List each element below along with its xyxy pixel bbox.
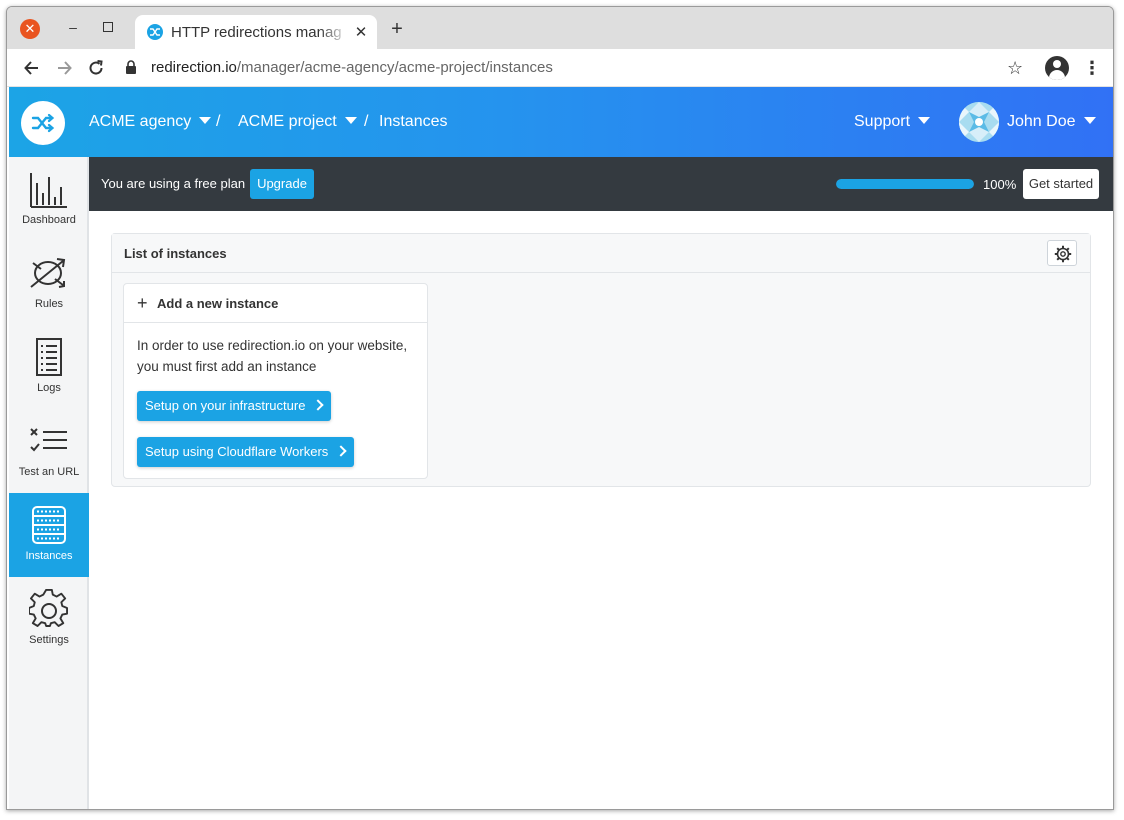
add-instance-header[interactable]: + Add a new instance (124, 284, 427, 323)
progress-fill (836, 179, 974, 189)
support-dropdown[interactable]: Support (854, 111, 931, 133)
get-started-button[interactable]: Get started (1023, 169, 1099, 199)
add-instance-title: Add a new instance (157, 296, 279, 311)
url-path: /manager/acme-agency/acme-project/instan… (236, 59, 553, 76)
server-icon (32, 506, 66, 544)
sidebar-item-label: Dashboard (22, 214, 76, 226)
favicon-icon (147, 24, 163, 40)
sidebar: Dashboard Rules Logs Test an URL Instanc… (9, 157, 89, 809)
test-icon (30, 428, 67, 452)
window-maximize-button[interactable] (103, 22, 113, 32)
lock-icon (125, 60, 137, 74)
project-label: ACME project (238, 113, 337, 130)
org-label: ACME agency (89, 113, 192, 130)
breadcrumb-separator: / (364, 113, 369, 130)
upgrade-button[interactable]: Upgrade (250, 169, 314, 199)
card-title: List of instances (124, 246, 227, 261)
rules-icon (30, 258, 66, 288)
card-header: List of instances (112, 234, 1090, 273)
tab-close-icon[interactable]: ✕ (353, 23, 369, 43)
sidebar-item-rules[interactable]: Rules (9, 241, 89, 325)
instances-card: List of instances + Add a new instance I… (111, 233, 1091, 487)
sidebar-item-settings[interactable]: Settings (9, 577, 89, 661)
chart-icon (30, 173, 67, 208)
sidebar-item-instances[interactable]: Instances (9, 493, 89, 577)
setup-cloudflare-label: Setup using Cloudflare Workers (145, 444, 329, 459)
add-instance-description: In order to use redirection.io on your w… (137, 338, 408, 374)
bookmark-star-icon[interactable]: ☆ (1007, 57, 1023, 79)
new-tab-button[interactable]: + (387, 19, 407, 39)
window-minimize-button[interactable]: – (63, 17, 83, 37)
sidebar-item-label: Settings (29, 634, 69, 646)
browser-window: ✕ – HTTP redirections manag ✕ + redirect… (6, 6, 1114, 810)
logo-icon[interactable] (21, 101, 65, 145)
chevron-down-icon (199, 117, 212, 124)
menu-kebab-icon[interactable]: ⋮ (1083, 57, 1101, 79)
project-dropdown[interactable]: ACME project (238, 111, 357, 133)
add-instance-card: + Add a new instance In order to use red… (123, 283, 428, 479)
chevron-down-icon (918, 117, 931, 124)
sidebar-item-label: Rules (34, 298, 64, 310)
gear-icon (1054, 245, 1072, 263)
back-icon[interactable] (21, 57, 43, 79)
profile-icon[interactable] (1045, 56, 1069, 80)
setup-infrastructure-label: Setup on your infrastructure (145, 398, 306, 413)
sidebar-item-test-url[interactable]: Test an URL (9, 409, 89, 493)
app-header: ACME agency / ACME project / Instances S… (9, 87, 1113, 157)
sidebar-item-label: Test an URL (18, 466, 80, 478)
user-dropdown[interactable]: John Doe (1007, 111, 1096, 133)
reload-icon[interactable] (85, 57, 107, 79)
setup-infrastructure-button[interactable]: Setup on your infrastructure (137, 391, 332, 421)
sidebar-item-label: Instances (25, 550, 73, 562)
plan-text: You are using a free plan (101, 176, 246, 191)
browser-tab[interactable]: HTTP redirections manag ✕ (135, 15, 377, 49)
onboarding-progress (836, 179, 974, 189)
org-dropdown[interactable]: ACME agency (89, 111, 212, 133)
avatar[interactable] (959, 102, 999, 142)
breadcrumb-separator: / (216, 113, 221, 130)
chevron-right-icon (312, 399, 325, 411)
sidebar-item-logs[interactable]: Logs (9, 325, 89, 409)
plus-icon: + (137, 293, 148, 313)
forward-icon[interactable] (53, 57, 75, 79)
chevron-right-icon (335, 445, 347, 457)
progress-label: 100% (983, 177, 1017, 192)
browser-toolbar: redirection.io/manager/acme-agency/acme-… (7, 49, 1113, 87)
plan-bar: You are using a free plan Upgrade 100% G… (89, 157, 1113, 211)
chevron-down-icon (344, 117, 357, 124)
sidebar-item-label: Logs (37, 382, 61, 394)
setup-cloudflare-button[interactable]: Setup using Cloudflare Workers (137, 437, 355, 467)
user-name: John Doe (1007, 113, 1076, 130)
logs-icon (36, 338, 62, 376)
url-host: redirection.io (151, 59, 237, 76)
support-label: Support (854, 113, 911, 130)
sidebar-item-dashboard[interactable]: Dashboard (9, 157, 89, 241)
card-settings-button[interactable] (1047, 240, 1077, 266)
breadcrumb-current-page: Instances (379, 113, 448, 130)
tab-strip: ✕ – HTTP redirections manag ✕ + (7, 7, 1113, 49)
gear-icon (29, 589, 69, 627)
window-close-button[interactable]: ✕ (20, 19, 40, 39)
chevron-down-icon (1083, 117, 1096, 124)
address-bar[interactable]: redirection.io/manager/acme-agency/acme-… (151, 58, 553, 78)
